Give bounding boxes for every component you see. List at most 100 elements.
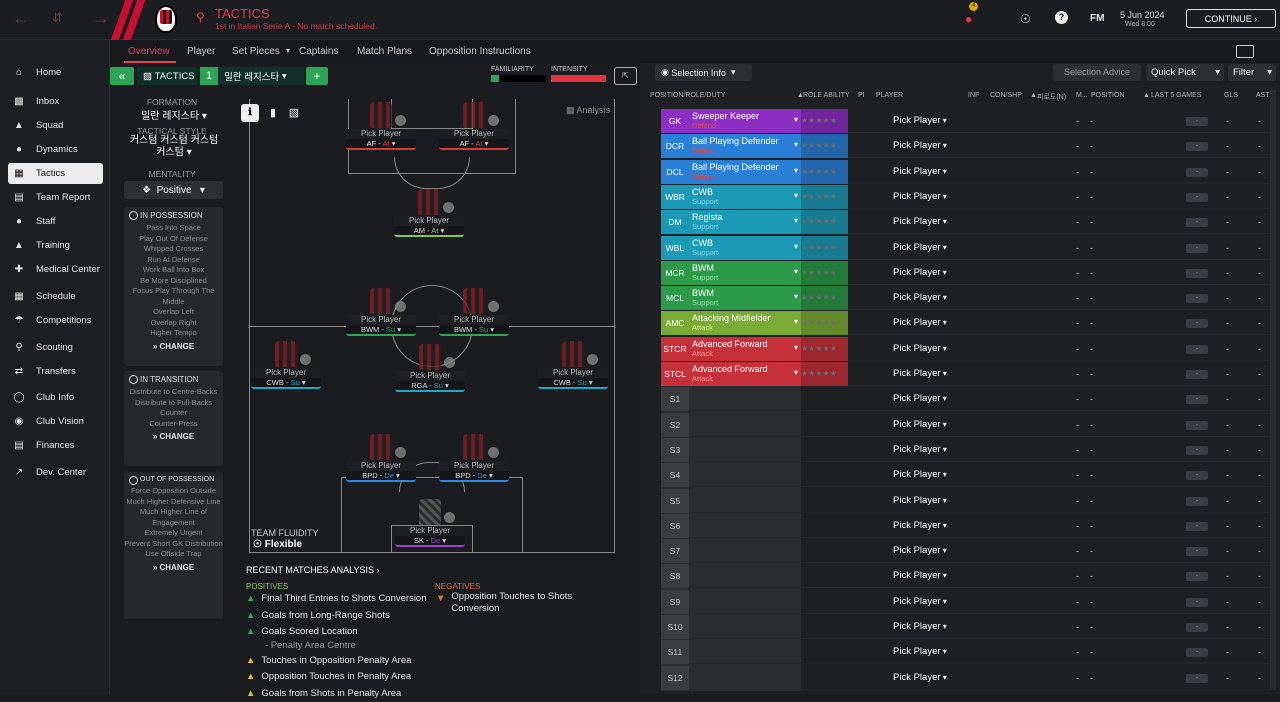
- table-row[interactable]: S2Pick Player ▾-----: [661, 413, 1271, 437]
- filter-button[interactable]: Filter▾: [1228, 64, 1276, 81]
- pick-player-dropdown[interactable]: Pick Player ▾: [893, 463, 947, 487]
- column-header-goals[interactable]: GLS: [1224, 92, 1238, 99]
- table-row[interactable]: STCRAdvanced ForwardAttack▾★★★★★Pick Pla…: [661, 337, 1271, 361]
- tab-overview[interactable]: Overview: [128, 46, 170, 57]
- player-slot[interactable]: Pick PlayerBPD - De ▾: [439, 434, 509, 482]
- player-slot[interactable]: Pick PlayerRGA - Su ▾: [395, 344, 465, 392]
- table-row[interactable]: MCLBWMSupport▾★★★★★Pick Player ▾-----: [661, 286, 1271, 310]
- sidebar-item-club-info[interactable]: ◯Club Info: [8, 387, 103, 408]
- tab-player[interactable]: Player: [187, 46, 215, 57]
- sidebar-item-team-report[interactable]: ▤Team Report: [8, 187, 103, 208]
- recent-matches-analysis-link[interactable]: RECENT MATCHES ANALYSIS ›: [246, 565, 380, 575]
- help-icon[interactable]: ?: [1055, 11, 1068, 24]
- column-header-position-2[interactable]: POSITION: [1091, 92, 1124, 99]
- pick-player-dropdown[interactable]: Pick Player ▾: [893, 539, 947, 563]
- role-duty-selector[interactable]: CWBSupport▾: [689, 236, 801, 260]
- sidebar-item-club-vision[interactable]: ◉Club Vision: [8, 411, 103, 432]
- column-header-con-shp[interactable]: CON/SHP: [990, 92, 1022, 99]
- role-duty-selector[interactable]: CWBSupport▾: [689, 185, 801, 209]
- tab-match-plans[interactable]: Match Plans: [357, 46, 412, 57]
- column-header-player[interactable]: PLAYER: [876, 92, 903, 99]
- pick-player-dropdown[interactable]: Pick Player ▾: [893, 210, 947, 234]
- table-row[interactable]: MCRBWMSupport▾★★★★★Pick Player ▾-----: [661, 261, 1271, 285]
- change-in-possession-button[interactable]: » CHANGE: [124, 342, 223, 351]
- pick-player-dropdown[interactable]: Pick Player ▾: [893, 337, 947, 361]
- tactical-style-dropdown[interactable]: 커스텀 커스텀 커스텀 커스텀 ▾: [124, 135, 224, 159]
- pick-player-dropdown[interactable]: Pick Player ▾: [893, 438, 947, 462]
- bar-chart-icon[interactable]: ▮: [264, 104, 282, 122]
- pick-player-dropdown[interactable]: Pick Player ▾: [893, 640, 947, 664]
- pick-player-dropdown[interactable]: Pick Player ▾: [893, 185, 947, 209]
- pick-player-dropdown[interactable]: Pick Player ▾: [893, 514, 947, 538]
- role-duty-selector[interactable]: RegistaSupport▾: [689, 210, 801, 234]
- role-duty-selector[interactable]: Ball Playing DefenderDefend▾: [689, 160, 801, 184]
- role-selector[interactable]: RGA - Su ▾: [395, 381, 465, 392]
- role-selector[interactable]: BPD - De ▾: [346, 471, 416, 482]
- selection-advice-button[interactable]: Selection Advice: [1053, 64, 1141, 81]
- column-header-assists[interactable]: AST: [1256, 92, 1270, 99]
- pick-player-dropdown[interactable]: Pick Player ▾: [893, 413, 947, 437]
- quick-pick-button[interactable]: Quick Pick▾: [1146, 64, 1224, 81]
- pick-player-dropdown[interactable]: Pick Player ▾: [893, 134, 947, 158]
- role-selector[interactable]: CWB - Su ▾: [251, 378, 321, 389]
- table-row[interactable]: S11Pick Player ▾-----: [661, 640, 1271, 664]
- sidebar-item-competitions[interactable]: ☂Competitions: [8, 310, 103, 331]
- role-selector[interactable]: CWB - Su ▾: [538, 378, 608, 389]
- role-duty-selector[interactable]: Attacking MidfielderAttack▾: [689, 311, 801, 335]
- info-icon[interactable]: ℹ: [241, 104, 259, 122]
- back-arrow-icon[interactable]: ←: [12, 8, 30, 29]
- player-slot[interactable]: Pick PlayerAF - At ▾: [439, 102, 509, 150]
- player-slot[interactable]: Pick PlayerAF - At ▾: [346, 102, 416, 150]
- tactics-tab[interactable]: ▧ TACTICS: [137, 67, 197, 85]
- player-slot[interactable]: Pick PlayerSK - De ▾: [395, 499, 465, 547]
- sidebar-item-finances[interactable]: ▤Finances: [8, 435, 103, 456]
- collapse-button[interactable]: «: [110, 67, 134, 85]
- role-duty-selector[interactable]: BWMSupport▾: [689, 261, 801, 285]
- column-header-role-ability[interactable]: ROLE ABILITY: [803, 92, 850, 99]
- scrollbar[interactable]: [1270, 90, 1276, 690]
- table-row[interactable]: DCLBall Playing DefenderDefend▾★★★★★Pick…: [661, 160, 1271, 184]
- table-row[interactable]: AMCAttacking MidfielderAttack▾★★★★★Pick …: [661, 311, 1271, 335]
- pick-player-dropdown[interactable]: Pick Player ▾: [893, 387, 947, 411]
- player-slot[interactable]: Pick PlayerCWB - Su ▾: [538, 341, 608, 389]
- table-row[interactable]: S7Pick Player ▾-----: [661, 539, 1271, 563]
- table-row[interactable]: WBRCWBSupport▾★★★★★Pick Player ▾-----: [661, 185, 1271, 209]
- sidebar-item-inbox[interactable]: ▩Inbox: [8, 91, 103, 112]
- tab-opposition-instructions[interactable]: Opposition Instructions: [429, 46, 531, 57]
- role-selector[interactable]: AM - At ▾: [394, 226, 464, 237]
- tab-captains[interactable]: Captains: [299, 46, 338, 57]
- role-selector[interactable]: BWM - Su ▾: [346, 325, 416, 336]
- shield-icon[interactable]: ☉: [1020, 12, 1031, 26]
- table-row[interactable]: S5Pick Player ▾-----: [661, 489, 1271, 513]
- change-in-transition-button[interactable]: » CHANGE: [124, 432, 223, 441]
- table-row[interactable]: S12Pick Player ▾-----: [661, 666, 1271, 690]
- formation-dropdown[interactable]: 밀란 레지스타 ▾: [124, 107, 224, 122]
- role-duty-selector[interactable]: Advanced ForwardAttack▾: [689, 337, 801, 361]
- table-row[interactable]: WBLCWBSupport▾★★★★★Pick Player ▾-----: [661, 236, 1271, 260]
- continue-button[interactable]: CONTINUE ›: [1186, 9, 1276, 28]
- role-duty-selector[interactable]: Ball Playing DefenderDefend▾: [689, 134, 801, 158]
- sidebar-item-medical-center[interactable]: ✚Medical Center: [8, 259, 103, 280]
- table-row[interactable]: S4Pick Player ▾-----: [661, 463, 1271, 487]
- social-icon[interactable]: ●: [965, 12, 972, 26]
- player-slot[interactable]: Pick PlayerBPD - De ▾: [346, 434, 416, 482]
- role-duty-selector[interactable]: Sweeper KeeperDefend▾: [689, 109, 801, 133]
- column-header-match-sharpness[interactable]: M...: [1076, 92, 1088, 99]
- sidebar-item-dev-center[interactable]: ↗Dev. Center: [8, 462, 103, 483]
- table-row[interactable]: S8Pick Player ▾-----: [661, 564, 1271, 588]
- search-icon[interactable]: ⚲: [196, 10, 205, 24]
- selection-info-dropdown[interactable]: ◉ Selection Info ▾: [655, 64, 752, 81]
- table-row[interactable]: S9Pick Player ▾-----: [661, 590, 1271, 614]
- pick-player-dropdown[interactable]: Pick Player ▾: [893, 286, 947, 310]
- column-header-pi[interactable]: PI: [858, 92, 865, 99]
- role-selector[interactable]: BPD - De ▾: [439, 471, 509, 482]
- table-row[interactable]: STCLAdvanced ForwardAttack▾★★★★★Pick Pla…: [661, 362, 1271, 386]
- analysis-button[interactable]: ▦ Analysis: [566, 105, 610, 116]
- player-slot[interactable]: Pick PlayerCWB - Su ▾: [251, 341, 321, 389]
- sidebar-item-home[interactable]: ⌂Home: [8, 62, 103, 83]
- sidebar-item-transfers[interactable]: ⇄Transfers: [8, 361, 103, 382]
- pick-player-dropdown[interactable]: Pick Player ▾: [893, 489, 947, 513]
- sidebar-item-training[interactable]: ▲Training: [8, 235, 103, 256]
- view-icon[interactable]: [1236, 45, 1254, 58]
- sidebar-item-squad[interactable]: ▲Squad: [8, 115, 103, 136]
